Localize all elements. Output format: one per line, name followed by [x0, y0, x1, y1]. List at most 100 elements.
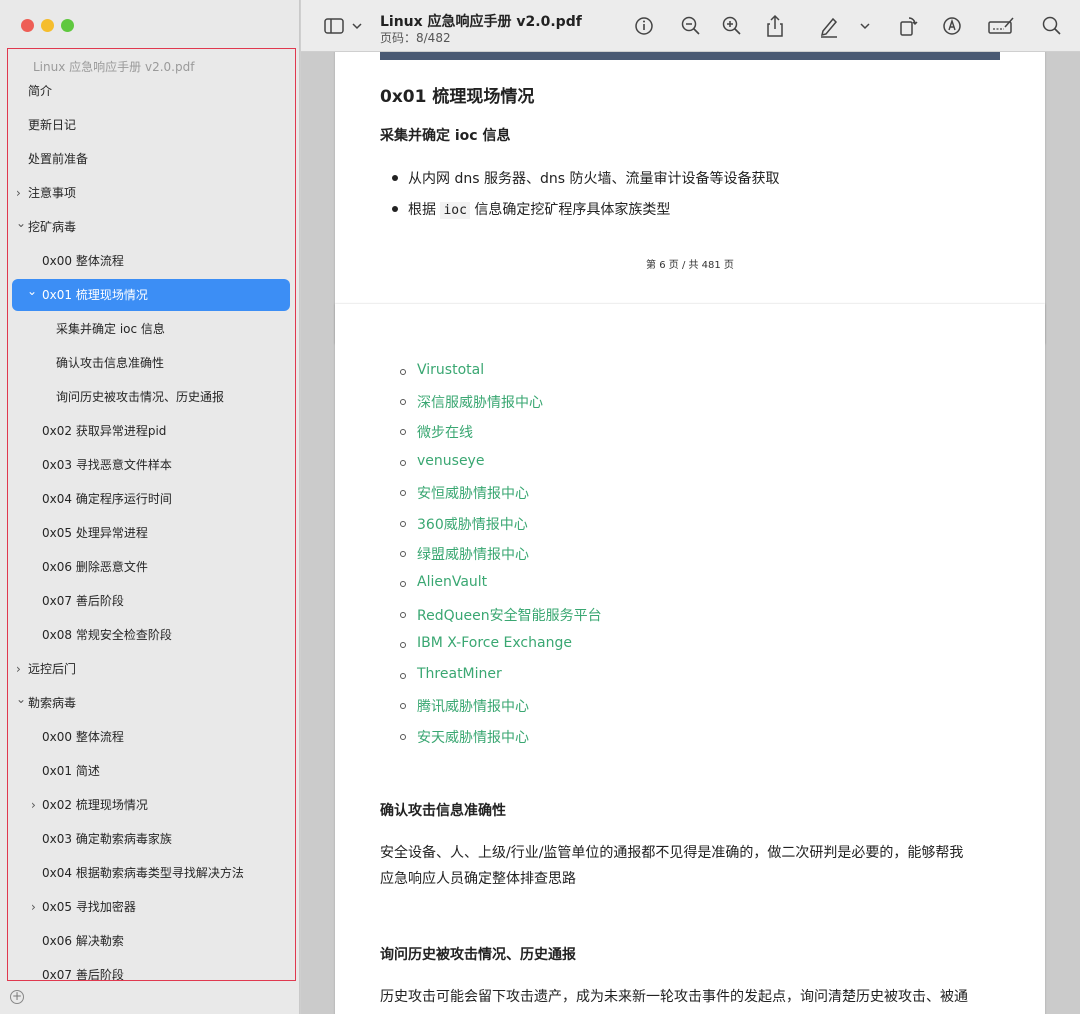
outline-item-ransom-0x00[interactable]: 0x00 整体流程: [12, 721, 290, 753]
link-threatbook[interactable]: 微步在线: [400, 422, 473, 442]
chevron-right-icon[interactable]: ›: [16, 177, 21, 209]
link-redqueen[interactable]: RedQueen安全智能服务平台: [400, 605, 602, 625]
outline-item-ransom-0x02[interactable]: › 0x02 梳理现场情况: [12, 789, 290, 821]
link-sangfor[interactable]: 深信服威胁情报中心: [400, 392, 543, 412]
paragraph: 安全设备、人、上级/行业/监管单位的通报都不见得是准确的，做二次研判是必要的，能…: [380, 840, 1005, 892]
outline-item-label: 0x00 整体流程: [42, 254, 124, 268]
outline-item-label: 0x07 善后阶段: [42, 968, 124, 981]
paragraph: 历史攻击可能会留下攻击遗产，成为未来新一轮攻击事件的发起点，询问清楚历史被攻击、…: [380, 984, 1005, 1010]
outline-item-preparation[interactable]: 处置前准备: [12, 143, 290, 175]
paragraph-line: 安全设备、人、上级/行业/监管单位的通报都不见得是准确的，做二次研判是必要的，能…: [380, 845, 964, 861]
chevron-down-icon[interactable]: ⌄: [27, 275, 37, 307]
outline-item-label: 更新日记: [28, 118, 77, 132]
zoom-out-icon[interactable]: [680, 12, 702, 40]
zoom-window-button[interactable]: [61, 19, 74, 32]
toolbar: Linux 应急响应手册 v2.0.pdf 页码：8/482: [301, 0, 1080, 52]
rotate-icon[interactable]: [897, 12, 919, 40]
highlight-icon[interactable]: [818, 12, 840, 40]
page-header-bar: [380, 52, 1000, 60]
sidebar: Linux 应急响应手册 v2.0.pdf 简介 更新日记 处置前准备 › 注意事…: [0, 0, 300, 1014]
outline-item-label: 0x02 梳理现场情况: [42, 798, 148, 812]
chevron-down-icon[interactable]: [859, 12, 871, 40]
markup-icon[interactable]: [941, 12, 963, 40]
outline-item-mining-0x06[interactable]: 0x06 删除恶意文件: [12, 551, 290, 583]
page-indicator: 页码：8/482: [380, 31, 451, 45]
link-dbappsecurity[interactable]: 安恒威胁情报中心: [400, 483, 529, 503]
outline-item-label: 简介: [28, 84, 53, 98]
outline-item-ransom-0x04[interactable]: 0x04 根据勒索病毒类型寻找解决方法: [12, 857, 290, 889]
link-antiy[interactable]: 安天威胁情报中心: [400, 727, 529, 747]
outline-item-collect-ioc[interactable]: 采集并确定 ioc 信息: [12, 313, 290, 345]
add-outline-button[interactable]: +: [10, 990, 24, 1004]
chevron-right-icon[interactable]: ›: [31, 891, 36, 923]
outline-item-mining-0x02[interactable]: 0x02 获取异常进程pid: [12, 415, 290, 447]
subsection-heading: 采集并确定 ioc 信息: [380, 128, 511, 144]
document-title: Linux 应急响应手册 v2.0.pdf: [380, 14, 582, 30]
signature-icon[interactable]: [987, 12, 1015, 40]
outline-item-mining-0x03[interactable]: 0x03 寻找恶意文件样本: [12, 449, 290, 481]
chevron-right-icon[interactable]: ›: [16, 653, 21, 685]
link-nsfocus[interactable]: 绿盟威胁情报中心: [400, 544, 529, 564]
sidebar-toggle-icon[interactable]: [323, 12, 347, 40]
list-item-text: 从内网 dns 服务器、dns 防火墙、流量审计设备等设备获取: [408, 171, 780, 187]
outline-item-backdoor[interactable]: › 远控后门: [12, 653, 290, 685]
document-view[interactable]: 0x01 梳理现场情况 采集并确定 ioc 信息 从内网 dns 服务器、dns…: [301, 52, 1080, 1014]
outline-item-ransom-0x05[interactable]: › 0x05 寻找加密器: [12, 891, 290, 923]
link-alienvault[interactable]: AlienVault: [399, 574, 487, 590]
outline-item-ransom-0x01[interactable]: 0x01 简述: [12, 755, 290, 787]
outline-item-changelog[interactable]: 更新日记: [12, 109, 290, 141]
outline-item-label: 0x07 善后阶段: [42, 594, 124, 608]
outline-item-mining-0x07[interactable]: 0x07 善后阶段: [12, 585, 290, 617]
outline-item-ransom-0x07[interactable]: 0x07 善后阶段: [12, 959, 290, 981]
zoom-in-icon[interactable]: [721, 12, 743, 40]
chevron-down-icon[interactable]: [351, 12, 363, 40]
search-icon[interactable]: [1041, 12, 1063, 40]
outline-item-mining-0x08[interactable]: 0x08 常规安全检查阶段: [12, 619, 290, 651]
bullet-dot: [392, 206, 398, 212]
outline-item-history[interactable]: 询问历史被攻击情况、历史通报: [12, 381, 290, 413]
chevron-down-icon[interactable]: ⌄: [16, 207, 26, 239]
paragraph-line: 应急响应人员确定整体排查思路: [380, 871, 576, 887]
outline-item-label: 0x01 简述: [42, 764, 100, 778]
outline-item-label: 远控后门: [28, 662, 77, 676]
outline-item-label: 挖矿病毒: [28, 220, 77, 234]
minimize-window-button[interactable]: [41, 19, 54, 32]
chevron-right-icon[interactable]: ›: [31, 789, 36, 821]
outline-item-label: 注意事项: [28, 186, 77, 200]
outline-item-label: 0x02 获取异常进程pid: [42, 424, 167, 438]
paragraph-line: 历史攻击可能会留下攻击遗产，成为未来新一轮攻击事件的发起点，询问清楚历史被攻击、…: [380, 989, 968, 1005]
link-threatminer[interactable]: ThreatMiner: [400, 666, 502, 682]
link-ibm-xforce[interactable]: IBM X-Force Exchange: [400, 635, 572, 651]
outline-item-confirm-attack[interactable]: 确认攻击信息准确性: [12, 347, 290, 379]
info-icon[interactable]: [633, 12, 655, 40]
link-virustotal[interactable]: Virustotal: [399, 362, 484, 378]
chevron-down-icon[interactable]: ⌄: [16, 683, 26, 715]
bullet-dot: [392, 175, 398, 181]
share-icon[interactable]: [764, 12, 786, 40]
close-window-button[interactable]: [21, 19, 34, 32]
section-heading: 0x01 梳理现场情况: [380, 87, 535, 107]
outline-item-label: 0x08 常规安全检查阶段: [42, 628, 172, 642]
outline-item-ransom-0x06[interactable]: 0x06 解决勒索: [12, 925, 290, 957]
link-venuseye[interactable]: venuseye: [399, 453, 484, 469]
subsection-heading: 确认攻击信息准确性: [380, 803, 506, 819]
outline-item-label: 0x05 寻找加密器: [42, 900, 136, 914]
outline-item-label: 0x06 删除恶意文件: [42, 560, 148, 574]
outline-item-intro[interactable]: 简介: [12, 75, 290, 107]
outline-item-mining-0x05[interactable]: 0x05 处理异常进程: [12, 517, 290, 549]
outline-item-ransomware[interactable]: ⌄ 勒索病毒: [12, 687, 290, 719]
outline-item-label: 询问历史被攻击情况、历史通报: [56, 390, 225, 404]
outline-item-ransom-0x03[interactable]: 0x03 确定勒索病毒家族: [12, 823, 290, 855]
outline-item-mining-0x01-selected[interactable]: ⌄ 0x01 梳理现场情况: [12, 279, 290, 311]
link-tencent[interactable]: 腾讯威胁情报中心: [400, 696, 529, 716]
outline-item-mining-virus[interactable]: ⌄ 挖矿病毒: [12, 211, 290, 243]
page-footer: 第 6 页 / 共 481 页: [646, 260, 734, 271]
outline-title: Linux 应急响应手册 v2.0.pdf: [33, 60, 195, 74]
outline-item-label: 0x01 梳理现场情况: [42, 288, 148, 302]
outline-item-label: 0x00 整体流程: [42, 730, 124, 744]
outline-item-mining-0x00[interactable]: 0x00 整体流程: [12, 245, 290, 277]
outline-item-mining-0x04[interactable]: 0x04 确定程序运行时间: [12, 483, 290, 515]
outline-item-notes[interactable]: › 注意事项: [12, 177, 290, 209]
link-360[interactable]: 360威胁情报中心: [400, 514, 528, 534]
outline-item-label: 处置前准备: [28, 152, 89, 166]
